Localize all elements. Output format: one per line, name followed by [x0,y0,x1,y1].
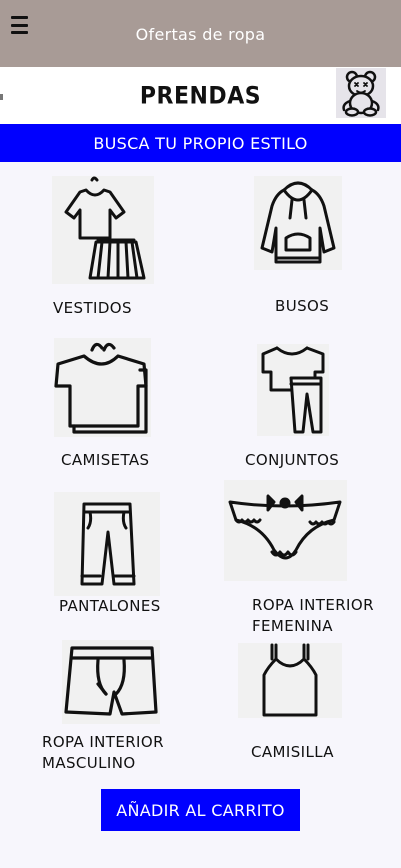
dress-icon[interactable] [52,176,154,284]
category-label: CAMISETAS [61,451,150,469]
style-banner[interactable]: BUSCA TU PROPIO ESTILO [0,124,401,162]
category-label: VESTIDOS [53,299,132,317]
pants-icon[interactable] [54,492,160,596]
tank-top-icon[interactable] [238,643,342,718]
category-label: CAMISILLA [251,743,334,761]
app-bar: Ofertas de ropa [0,0,401,67]
hoodie-icon[interactable] [254,176,342,270]
category-label: BUSOS [275,297,330,315]
category-label: ROPA INTERIOR MASCULINO [42,733,164,772]
app-title: Ofertas de ropa [135,25,266,44]
add-to-cart-button[interactable]: AÑADIR AL CARRITO [101,789,300,831]
banner-text: BUSCA TU PROPIO ESTILO [93,133,308,153]
panties-icon[interactable] [224,480,347,581]
outfit-icon[interactable] [257,344,329,436]
category-label: ROPA INTERIOR FEMENINA [252,596,374,635]
category-label: PANTALONES [59,597,161,615]
boxers-icon[interactable] [62,640,160,724]
teddy-bear-avatar-icon[interactable] [336,68,386,118]
category-label: CONJUNTOS [245,451,340,469]
tshirt-icon[interactable] [54,338,151,437]
